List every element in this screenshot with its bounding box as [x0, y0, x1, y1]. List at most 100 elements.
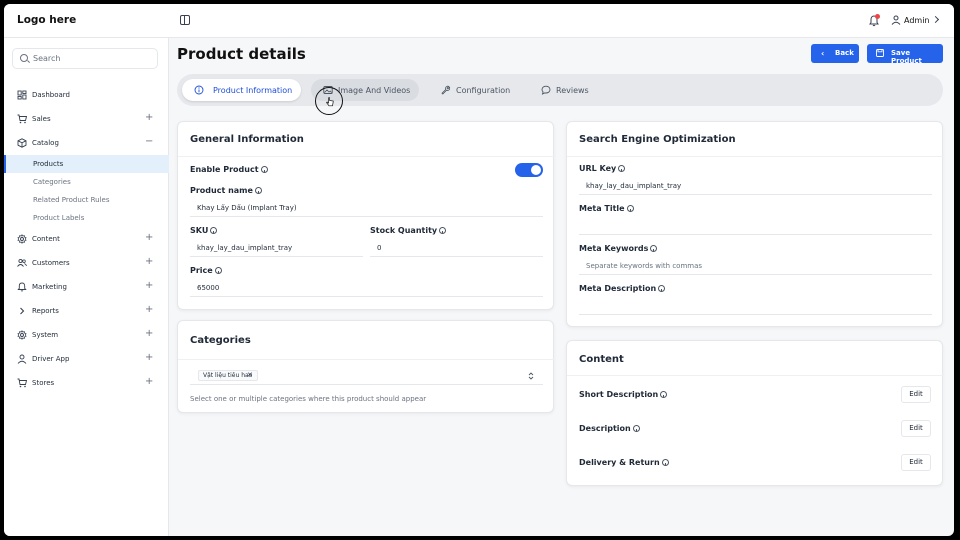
info-icon [661, 459, 669, 466]
sidebar-subitem-categories[interactable]: Categories [4, 173, 169, 191]
sidebar-item-label: Reports [32, 307, 59, 315]
sidebar-item-driver-app[interactable]: Driver App + [4, 347, 169, 371]
sidebar: Search Dashboard Sales + Catalog − Produ… [4, 38, 169, 536]
expand-icon[interactable]: + [145, 352, 153, 363]
content-card: Content Short Description Edit Descripti… [566, 340, 944, 486]
card-title: Content [579, 354, 624, 365]
url-key-label: URL Key [579, 164, 626, 173]
field-value: 65000 [197, 284, 220, 292]
search-input[interactable]: Search [12, 48, 158, 69]
cart-icon [17, 114, 27, 124]
card-title: Search Engine Optimization [579, 134, 736, 145]
sidebar-subitem-related-product-rules[interactable]: Related Product Rules [4, 191, 169, 209]
sidebar-item-dashboard[interactable]: Dashboard [4, 83, 169, 107]
tab-configuration[interactable]: Configuration [429, 79, 521, 101]
save-label: Save Product [891, 49, 922, 65]
dashboard-icon [17, 90, 27, 100]
sidebar-item-marketing[interactable]: Marketing + [4, 275, 169, 299]
product-name-field[interactable]: Khay Lấy Dấu (Implant Tray) [190, 201, 543, 217]
tab-label: Reviews [556, 86, 589, 95]
sku-field[interactable]: khay_lay_dau_implant_tray [190, 241, 363, 257]
sidebar-item-catalog[interactable]: Catalog − [4, 131, 169, 155]
box-icon [17, 138, 27, 148]
categories-select[interactable]: Vật liệu tiêu hao ✕ [190, 367, 543, 385]
chevron-right-icon [20, 307, 25, 315]
sidebar-item-label: Marketing [32, 283, 67, 291]
expand-icon[interactable]: + [145, 232, 153, 243]
info-icon [194, 85, 204, 95]
chevron-right-icon[interactable] [931, 15, 940, 24]
price-label: Price [190, 266, 222, 275]
tab-bar: Product Information Image And Videos Con… [177, 74, 943, 106]
user-icon [17, 354, 27, 364]
chat-icon [541, 85, 551, 95]
info-icon [660, 391, 668, 398]
wrench-icon [441, 85, 451, 95]
sidebar-nav: Dashboard Sales + Catalog − Products Cat… [4, 83, 169, 395]
expand-icon[interactable]: + [145, 280, 153, 291]
meta-keywords-field[interactable]: Separate keywords with commas [579, 259, 932, 275]
page-title: Product details [177, 45, 306, 63]
chevron-updown-icon[interactable] [527, 372, 535, 380]
expand-icon[interactable]: + [145, 328, 153, 339]
delivery-return-label: Delivery & Return [579, 458, 669, 467]
expand-icon[interactable]: + [145, 256, 153, 267]
info-icon [260, 166, 268, 173]
stock-quantity-label: Stock Quantity [370, 226, 447, 235]
tab-product-information[interactable]: Product Information [182, 79, 301, 101]
info-icon [214, 267, 222, 274]
enable-product-toggle[interactable] [515, 163, 543, 177]
edit-description-button[interactable]: Edit [901, 420, 931, 437]
back-button[interactable]: ‹ Back [811, 44, 859, 63]
sidebar-subitem-products[interactable]: Products [4, 155, 169, 173]
sku-label: SKU [190, 226, 218, 235]
label-text: Description [579, 424, 631, 433]
card-title: General Information [190, 134, 304, 145]
sidebar-subitem-label: Products [33, 160, 64, 168]
stock-quantity-field[interactable]: 0 [370, 241, 543, 257]
sidebar-item-content[interactable]: Content + [4, 227, 169, 251]
top-bar: Logo here Admin [4, 4, 954, 38]
collapse-icon[interactable]: − [145, 136, 153, 147]
label-text: SKU [190, 226, 209, 235]
expand-icon[interactable]: + [145, 304, 153, 315]
sidebar-item-label: Catalog [32, 139, 59, 147]
save-product-button[interactable]: Save Product [867, 44, 943, 65]
info-icon [658, 285, 666, 292]
categories-helper-text: Select one or multiple categories where … [190, 395, 427, 403]
meta-title-field[interactable] [579, 219, 932, 235]
sidebar-item-customers[interactable]: Customers + [4, 251, 169, 275]
label-text: Product name [190, 186, 253, 195]
user-icon[interactable] [891, 15, 901, 25]
notification-dot [875, 14, 880, 19]
back-label: Back [835, 49, 854, 57]
price-field[interactable]: 65000 [190, 281, 543, 297]
remove-icon[interactable]: ✕ [247, 371, 253, 379]
field-value: Khay Lấy Dấu (Implant Tray) [197, 204, 297, 212]
categories-card: Categories Vật liệu tiêu hao ✕ Select on… [177, 320, 555, 413]
meta-title-label: Meta Title [579, 204, 634, 213]
sidebar-item-system[interactable]: System + [4, 323, 169, 347]
meta-keywords-label: Meta Keywords [579, 244, 658, 253]
product-name-label: Product name [190, 186, 262, 195]
edit-short-description-button[interactable]: Edit [901, 386, 931, 403]
expand-icon[interactable]: + [145, 376, 153, 387]
sidebar-item-sales[interactable]: Sales + [4, 107, 169, 131]
tab-reviews[interactable]: Reviews [529, 79, 599, 101]
url-key-field[interactable]: khay_lay_dau_implant_tray [579, 179, 932, 195]
expand-icon[interactable]: + [145, 112, 153, 123]
label-text: Stock Quantity [370, 226, 438, 235]
divider [178, 359, 555, 360]
tab-label: Product Information [213, 86, 293, 95]
user-name[interactable]: Admin [904, 16, 930, 25]
category-chip: Vật liệu tiêu hao ✕ [198, 370, 258, 381]
sidebar-item-reports[interactable]: Reports + [4, 299, 169, 323]
sidebar-toggle-icon[interactable] [180, 15, 190, 25]
sidebar-subitem-product-labels[interactable]: Product Labels [4, 209, 169, 227]
field-value: khay_lay_dau_implant_tray [586, 182, 682, 190]
meta-description-field[interactable] [579, 299, 932, 315]
general-information-card: General Information Enable Product Produ… [177, 121, 555, 310]
label-text: Delivery & Return [579, 458, 660, 467]
sidebar-item-stores[interactable]: Stores + [4, 371, 169, 395]
edit-delivery-return-button[interactable]: Edit [901, 454, 931, 471]
